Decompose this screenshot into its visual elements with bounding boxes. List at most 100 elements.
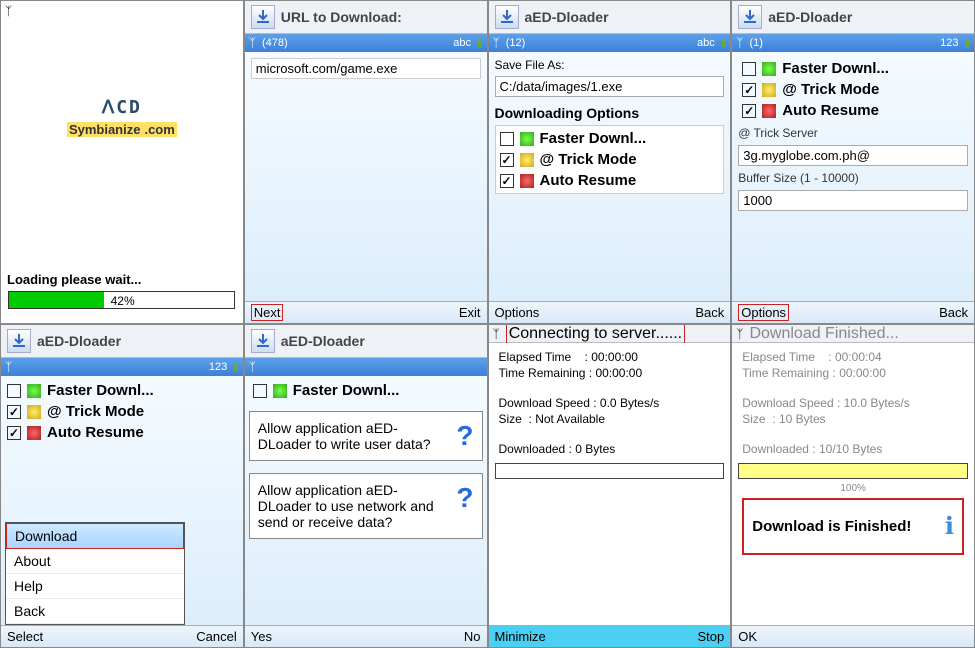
screen-url-input: URL to Download: (478) abc microsoft.com…	[244, 0, 488, 324]
signal-icon	[5, 360, 12, 374]
size-label: Size	[499, 412, 522, 426]
option-auto-resume[interactable]: Auto Resume	[742, 100, 964, 121]
char-counter: (478)	[262, 37, 288, 49]
download-arrow-icon	[7, 329, 31, 353]
softkey-ok[interactable]: OK	[738, 629, 757, 644]
downloaded-value: 10/10 Bytes	[819, 442, 882, 456]
signal-icon	[736, 325, 743, 343]
option-faster-download[interactable]: Faster Downl...	[7, 380, 237, 401]
save-path-field[interactable]: C:/data/images/1.exe	[495, 76, 725, 97]
softkey-options[interactable]: Options	[738, 304, 789, 321]
download-arrow-icon	[495, 5, 519, 29]
option-trick-mode[interactable]: @ Trick Mode	[7, 401, 237, 422]
screen-permission-dialogs: aED-Dloader Faster Downl... Allow applic…	[244, 324, 488, 648]
buffer-field[interactable]: 1000	[738, 190, 968, 211]
option-preview: Faster Downl...	[253, 380, 479, 401]
speed-value: 0.0 Bytes/s	[600, 396, 659, 410]
speed-label: Download Speed	[499, 396, 590, 410]
softkey-next[interactable]: Next	[251, 304, 284, 321]
progress-bar	[495, 463, 725, 479]
softkey-exit[interactable]: Exit	[459, 305, 481, 320]
battery-icon	[721, 37, 727, 49]
logo-text: ꓥCD	[102, 97, 142, 118]
downloaded-value: 0 Bytes	[575, 442, 615, 456]
size-value: Not Available	[535, 412, 605, 426]
softkey-cancel[interactable]: Cancel	[196, 629, 236, 644]
person-icon	[762, 83, 776, 97]
size-value: 10 Bytes	[779, 412, 826, 426]
bolt-icon	[27, 384, 41, 398]
softkey-back[interactable]: Back	[695, 305, 724, 320]
url-field[interactable]: microsoft.com/game.exe	[251, 58, 481, 79]
header-title: aED-Dloader	[37, 333, 121, 349]
softkey-options[interactable]: Options	[495, 305, 540, 320]
downloaded-label: Downloaded	[742, 442, 809, 456]
remaining-label: Time Remaining	[499, 366, 586, 380]
menu-download[interactable]: Download	[6, 523, 184, 549]
status-text: Download Finished...	[749, 325, 898, 343]
finished-text: Download is Finished!	[752, 518, 937, 535]
elapsed-label: Elapsed Time	[499, 350, 572, 364]
signal-icon	[493, 325, 500, 343]
header-title: URL to Download:	[281, 9, 402, 25]
joystick-icon	[27, 426, 41, 440]
person-icon	[520, 153, 534, 167]
signal-icon	[249, 360, 256, 374]
remaining-value: 00:00:00	[839, 366, 886, 380]
options-title: Downloading Options	[495, 99, 725, 125]
remaining-label: Time Remaining	[742, 366, 829, 380]
screen-connecting: Connecting to server...... Elapsed Time …	[488, 324, 732, 648]
softkey-yes[interactable]: Yes	[251, 629, 272, 644]
download-arrow-icon	[251, 329, 275, 353]
screen-options-menu: aED-Dloader 123 Faster Downl... @ Trick …	[0, 324, 244, 648]
softkey-select[interactable]: Select	[7, 629, 43, 644]
buffer-label: Buffer Size (1 - 10000)	[738, 171, 968, 185]
menu-about[interactable]: About	[6, 549, 184, 574]
input-mode: abc	[697, 37, 715, 49]
bolt-icon	[273, 384, 287, 398]
downloaded-label: Downloaded	[499, 442, 566, 456]
progress-bar	[738, 463, 968, 479]
option-trick-mode[interactable]: @ Trick Mode	[500, 149, 720, 170]
progress-bar: 42%	[8, 291, 235, 309]
menu-help[interactable]: Help	[6, 574, 184, 599]
header-title: aED-Dloader	[281, 333, 365, 349]
option-auto-resume[interactable]: Auto Resume	[7, 422, 237, 443]
softkey-no[interactable]: No	[464, 629, 481, 644]
header-title: aED-Dloader	[768, 9, 852, 25]
bolt-icon	[520, 132, 534, 146]
size-label: Size	[742, 412, 765, 426]
option-trick-mode[interactable]: @ Trick Mode	[742, 79, 964, 100]
server-label: @ Trick Server	[738, 126, 968, 140]
speed-value: 10.0 Bytes/s	[844, 396, 910, 410]
options-list: Faster Downl... @ Trick Mode Auto Resume	[738, 56, 968, 123]
screen-save-options: aED-Dloader (12) abc Save File As: C:/da…	[488, 0, 732, 324]
option-faster-download[interactable]: Faster Downl...	[742, 58, 964, 79]
option-faster-download[interactable]: Faster Downl...	[500, 128, 720, 149]
person-icon	[27, 405, 41, 419]
antenna-icon	[5, 2, 12, 20]
input-mode: 123	[940, 37, 958, 49]
signal-icon	[249, 36, 256, 50]
question-icon: ?	[456, 482, 473, 514]
input-mode: abc	[453, 37, 471, 49]
softkey-minimize[interactable]: Minimize	[495, 629, 546, 644]
header-title: aED-Dloader	[525, 9, 609, 25]
bolt-icon	[762, 62, 776, 76]
battery-icon	[964, 37, 970, 49]
battery-icon	[233, 361, 239, 373]
signal-icon	[493, 36, 500, 50]
options-list: Faster Downl... @ Trick Mode Auto Resume	[495, 125, 725, 194]
menu-back[interactable]: Back	[6, 599, 184, 624]
loading-text: Loading please wait...	[1, 272, 243, 287]
option-auto-resume[interactable]: Auto Resume	[500, 170, 720, 191]
softkey-stop[interactable]: Stop	[698, 629, 725, 644]
joystick-icon	[762, 104, 776, 118]
elapsed-value: 00:00:00	[591, 350, 638, 364]
softkey-back[interactable]: Back	[939, 305, 968, 320]
download-arrow-icon	[738, 5, 762, 29]
signal-icon	[736, 36, 743, 50]
speed-label: Download Speed	[742, 396, 833, 410]
remaining-value: 00:00:00	[595, 366, 642, 380]
server-field[interactable]: 3g.myglobe.com.ph@	[738, 145, 968, 166]
